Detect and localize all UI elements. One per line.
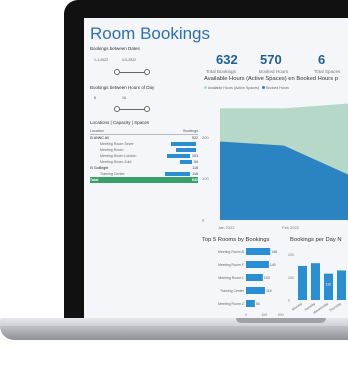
room-bar-value: 148 bbox=[271, 250, 277, 254]
dashboard-screen: Room Bookings Bookings between Dates 1-1… bbox=[84, 18, 348, 320]
kpi-booked-hours-value: 570 bbox=[260, 52, 282, 67]
table-row-label: ⊟ GoBright bbox=[90, 166, 109, 170]
locations-table: Location Bookings ⊟ ANNC AV 522 Meeting Ro… bbox=[90, 128, 198, 183]
table-row-value: 116 bbox=[192, 172, 198, 176]
per-day-chart: 0100200Monday Tuesday116Wednesday Thursday bbox=[288, 253, 346, 315]
room-bar-label: Meeting Room B bbox=[218, 250, 245, 254]
room-bar-label: Training Center bbox=[220, 289, 245, 293]
table-row-label: Meeting Room London bbox=[100, 154, 137, 158]
day-bar[interactable] bbox=[298, 265, 307, 300]
laptop-notch bbox=[236, 318, 326, 323]
room-x-tick: 100 bbox=[261, 313, 267, 317]
table-title: Locations | Capacity | Spaces bbox=[90, 120, 150, 125]
day-bar[interactable] bbox=[324, 273, 333, 300]
area-y-tick: 100 bbox=[202, 176, 209, 181]
total-label: Total bbox=[90, 178, 99, 182]
table-row-label: Meeting Room Zuid bbox=[100, 160, 132, 164]
room-bar-value: 140 bbox=[270, 263, 276, 267]
table-row-value: 54 bbox=[194, 160, 198, 164]
kpi-booked-hours-label: Booked Hours bbox=[259, 69, 289, 74]
kpi-total-bookings-value: 632 bbox=[216, 52, 238, 67]
room-bar[interactable] bbox=[246, 261, 269, 268]
table-row-label: ⊟ ANNC AV bbox=[90, 136, 110, 140]
room-bar-label: Meeting Room L bbox=[218, 276, 244, 280]
kpi-total-spaces-label: Total Spaces bbox=[314, 69, 341, 74]
table-row-value: 103 bbox=[192, 154, 198, 158]
dates-filter-label: Bookings between Dates bbox=[90, 46, 140, 51]
legend-available-swatch bbox=[204, 86, 207, 89]
room-bar[interactable] bbox=[246, 248, 271, 255]
day-x-tick: Thursday bbox=[329, 301, 343, 312]
laptop-base bbox=[0, 318, 348, 342]
kpi-total-bookings-label: Total Bookings bbox=[206, 69, 236, 74]
hours-slider-end-handle[interactable] bbox=[144, 106, 150, 112]
hour-end[interactable]: 16 bbox=[122, 96, 126, 100]
day-y-tick: 0 bbox=[288, 299, 290, 303]
table-row-bar bbox=[176, 148, 196, 152]
day-x-tick: Wednesday bbox=[313, 301, 330, 314]
col-bookings[interactable]: Bookings bbox=[183, 129, 198, 133]
top-rooms-chart: Meeting Room B 148 Meeting Room F 140 Meetin… bbox=[218, 248, 284, 317]
per-day-title: Bookings per Day N bbox=[290, 237, 342, 243]
area-chart-title: Available Hours (Active Spaces) en Booke… bbox=[204, 76, 338, 82]
area-x-tick: Jan 2022 bbox=[218, 225, 235, 230]
laptop-base-body bbox=[0, 326, 348, 340]
date-end[interactable]: 4-5-2022 bbox=[122, 58, 136, 62]
room-bar-value: 116 bbox=[266, 289, 272, 293]
table-row-bar bbox=[171, 142, 196, 146]
hour-start[interactable]: 8 bbox=[94, 96, 96, 100]
legend-booked-swatch bbox=[262, 86, 266, 89]
day-x-tick: Monday bbox=[291, 301, 303, 311]
kpi-total-spaces-value: 6 bbox=[318, 52, 326, 67]
area-x-tick: Feb 2022 bbox=[282, 225, 300, 230]
hours-filter-label: Bookings between Hours of Day bbox=[90, 85, 155, 90]
room-x-tick: 0 bbox=[245, 313, 247, 317]
table-row-value: 116 bbox=[192, 166, 198, 170]
top-rooms-title: Top 5 Rooms by Bookings bbox=[202, 237, 270, 243]
hours-slider-start-handle[interactable] bbox=[114, 106, 120, 112]
total-value: 632 bbox=[192, 178, 198, 182]
col-location[interactable]: Location bbox=[90, 129, 104, 133]
date-start[interactable]: 1-1-2022 bbox=[94, 58, 108, 62]
table-row-bar bbox=[165, 172, 191, 176]
room-bar[interactable] bbox=[246, 300, 255, 307]
table-row-bar bbox=[180, 160, 192, 164]
table-row-value: 522 bbox=[192, 136, 198, 140]
room-bar-value: 54 bbox=[256, 302, 260, 306]
page-title: Room Bookings bbox=[90, 24, 211, 43]
area-chart-legend: Available Hours (Active Spaces) Booked H… bbox=[204, 86, 289, 90]
table-row-label: Training Center bbox=[100, 172, 125, 176]
table-row-label: Meeting Room Sever bbox=[100, 142, 134, 146]
day-bar[interactable] bbox=[311, 263, 320, 300]
table-row-label: Meeting Room bbox=[100, 148, 124, 152]
date-slider-end-handle[interactable] bbox=[144, 69, 150, 75]
room-bar-label: Meeting Room Z bbox=[218, 302, 245, 306]
area-chart: 0 100 200 Jan 2022 Feb 2022 bbox=[202, 103, 348, 230]
legend-booked-label: Booked Hours bbox=[266, 86, 289, 90]
room-bar[interactable] bbox=[246, 287, 265, 294]
area-y-tick: 200 bbox=[202, 135, 209, 140]
day-y-tick: 100 bbox=[288, 276, 294, 280]
date-slider-start-handle[interactable] bbox=[114, 69, 120, 75]
legend-available-label: Available Hours (Active Spaces) bbox=[207, 86, 260, 90]
room-bar-value: 103 bbox=[264, 276, 270, 280]
room-bar-label: Meeting Room F bbox=[218, 263, 244, 267]
day-bar-value: 116 bbox=[326, 283, 332, 287]
room-bar[interactable] bbox=[246, 274, 263, 281]
day-y-tick: 200 bbox=[288, 253, 294, 257]
table-header: Location Bookings bbox=[90, 128, 198, 135]
table-row-bar bbox=[166, 154, 190, 158]
area-y-tick: 0 bbox=[202, 218, 205, 223]
room-x-tick: 200 bbox=[278, 313, 284, 317]
table-total-row: Total 632 bbox=[90, 177, 198, 183]
day-bar[interactable] bbox=[337, 270, 346, 300]
